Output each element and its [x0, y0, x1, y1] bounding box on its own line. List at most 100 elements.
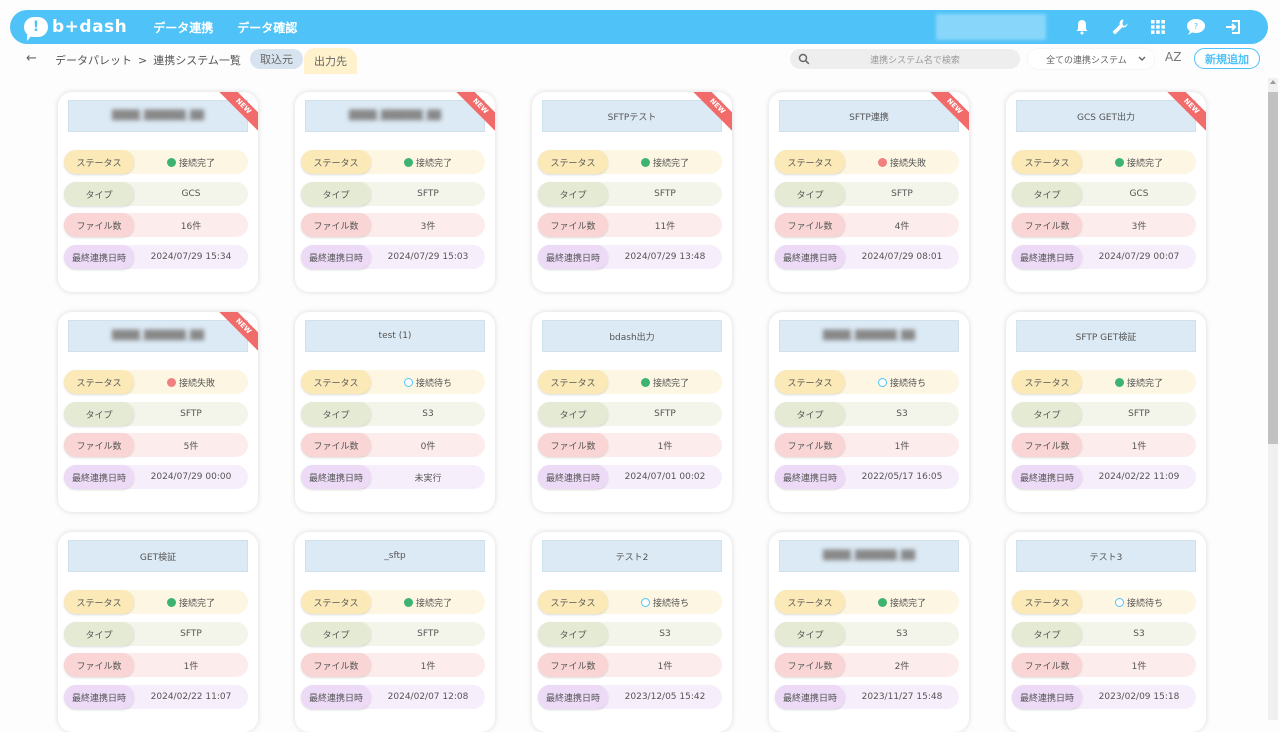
- last-sync-date-row: 最終連携日時 2024/07/29 15:03: [301, 245, 485, 269]
- file-count-value: 4件: [894, 221, 910, 232]
- type-row: タイプ S3: [1012, 622, 1196, 646]
- status-label: ステータス: [775, 150, 845, 174]
- tab-export-destination[interactable]: 出力先: [304, 48, 357, 74]
- file-count-value: 3件: [1131, 221, 1147, 232]
- support-chat-icon[interactable]: ?: [1186, 17, 1206, 37]
- wrench-icon[interactable]: [1110, 17, 1130, 37]
- last-sync-date-label: 最終連携日時: [1012, 245, 1082, 269]
- status-label: ステータス: [64, 370, 134, 394]
- system-card[interactable]: bdash出力 ステータス 接続完了 タイプ SFTP ファイル数 1件 最終連携日時 2024…: [532, 312, 732, 512]
- file-count-value: 1件: [657, 441, 673, 452]
- file-count-label: ファイル数: [1012, 653, 1082, 677]
- file-count-label: ファイル数: [64, 653, 134, 677]
- search-input[interactable]: 連携システム名で検索: [790, 49, 1020, 69]
- type-row: タイプ SFTP: [1012, 402, 1196, 426]
- last-sync-date-value: 2024/07/29 00:07: [1098, 252, 1180, 262]
- file-count-row: ファイル数 2件: [775, 653, 959, 677]
- system-card[interactable]: SFTPテスト NEW ステータス 接続完了 タイプ SFTP ファイル数 11件 最終連携日時…: [532, 92, 732, 292]
- type-row: タイプ SFTP: [64, 402, 248, 426]
- system-card[interactable]: ████_██████_██ NEW ステータス 接続完了 タイプ GCS ファイル数 16件…: [58, 92, 258, 292]
- grid-menu-icon[interactable]: [1148, 17, 1168, 37]
- scrollbar-thumb[interactable]: [1268, 92, 1278, 444]
- system-card[interactable]: ████_██████_██ ステータス 接続完了 タイプ S3 ファイル数 2件 最終連携日…: [769, 532, 969, 732]
- status-row: ステータス 接続完了: [775, 590, 959, 614]
- scroll-up-icon[interactable]: [1270, 80, 1276, 84]
- card-title-text: ████_██████_██: [348, 111, 442, 121]
- account-info[interactable]: [936, 14, 1046, 40]
- status-row: ステータス 接続完了: [301, 590, 485, 614]
- file-count-label: ファイル数: [538, 653, 608, 677]
- system-card[interactable]: テスト2 ステータス 接続待ち タイプ S3 ファイル数 1件 最終連携日時 2023/12/0…: [532, 532, 732, 732]
- wait-circle-icon: [640, 597, 650, 607]
- card-title-text: SFTP連携: [849, 112, 889, 123]
- breadcrumb-current: 連携システム一覧: [153, 54, 241, 67]
- bell-icon[interactable]: [1072, 17, 1092, 37]
- status-value: 接続完了: [1082, 156, 1196, 169]
- file-count-value: 2件: [894, 661, 910, 672]
- last-sync-date-value: 2024/07/29 13:48: [624, 252, 706, 262]
- type-row: タイプ S3: [301, 402, 485, 426]
- type-value: SFTP: [1128, 409, 1150, 419]
- last-sync-date-row: 最終連携日時 2024/07/01 00:02: [538, 465, 722, 489]
- system-card[interactable]: ████_██████_██ NEW ステータス 接続失敗 タイプ SFTP ファイル数 5件…: [58, 312, 258, 512]
- status-label: ステータス: [301, 370, 371, 394]
- status-label: ステータス: [64, 150, 134, 174]
- status-row: ステータス 接続失敗: [64, 370, 248, 394]
- status-row: ステータス 接続完了: [538, 370, 722, 394]
- wait-circle-icon: [877, 377, 887, 387]
- status-text: 接続待ち: [889, 378, 926, 389]
- system-card[interactable]: SFTP GET検証 ステータス 接続完了 タイプ SFTP ファイル数 1件 最終連携日時 2…: [1006, 312, 1206, 512]
- card-title: SFTP GET検証: [1016, 320, 1196, 352]
- type-row: タイプ S3: [775, 402, 959, 426]
- breadcrumb-root[interactable]: データパレット: [55, 54, 132, 67]
- card-title: ████_██████_██: [779, 320, 959, 352]
- type-label: タイプ: [538, 622, 608, 646]
- system-card[interactable]: ████_██████_██ NEW ステータス 接続完了 タイプ SFTP ファイル数 3件…: [295, 92, 495, 292]
- file-count-label: ファイル数: [538, 433, 608, 457]
- nav-data-link[interactable]: データ連携: [153, 19, 213, 36]
- system-card[interactable]: test (1) ステータス 接続待ち タイプ S3 ファイル数 0件 最終連携日時 未実行: [295, 312, 495, 512]
- last-sync-date-value: 2024/02/22 11:07: [150, 692, 232, 702]
- type-row: タイプ SFTP: [64, 622, 248, 646]
- file-count-row: ファイル数 1件: [538, 433, 722, 457]
- last-sync-date-row: 最終連携日時 2024/07/29 00:07: [1012, 245, 1196, 269]
- type-label: タイプ: [301, 622, 371, 646]
- system-filter-select[interactable]: 全ての連携システム: [1028, 49, 1154, 69]
- file-count-value: 1件: [420, 661, 436, 672]
- system-card[interactable]: テスト3 ステータス 接続待ち タイプ S3 ファイル数 1件 最終連携日時 2023/02/0…: [1006, 532, 1206, 732]
- type-label: タイプ: [301, 182, 371, 206]
- system-card[interactable]: _sftp ステータス 接続完了 タイプ SFTP ファイル数 1件 最終連携日時 2024/0…: [295, 532, 495, 732]
- add-new-button[interactable]: 新規追加: [1194, 48, 1260, 69]
- system-card[interactable]: GET検証 ステータス 接続完了 タイプ SFTP ファイル数 1件 最終連携日時 2024/0…: [58, 532, 258, 732]
- card-title-text: GET検証: [139, 552, 177, 563]
- system-card[interactable]: ████_██████_██ ステータス 接続待ち タイプ S3 ファイル数 1件 最終連携日…: [769, 312, 969, 512]
- last-sync-date-row: 最終連携日時 2024/07/29 00:00: [64, 465, 248, 489]
- nav-data-check[interactable]: データ確認: [237, 19, 297, 36]
- check-circle-icon: [403, 157, 413, 167]
- app-logo[interactable]: ! b+dash: [24, 10, 127, 44]
- breadcrumb: データパレット > 連携システム一覧: [55, 52, 241, 68]
- type-row: タイプ GCS: [64, 182, 248, 206]
- last-sync-date-row: 最終連携日時 2023/02/09 15:18: [1012, 685, 1196, 709]
- last-sync-date-label: 最終連携日時: [301, 465, 371, 489]
- back-arrow-icon[interactable]: ←: [26, 51, 37, 66]
- sort-az-icon[interactable]: AZ: [1165, 50, 1181, 64]
- type-value: GCS: [181, 189, 201, 199]
- type-row: タイプ SFTP: [538, 182, 722, 206]
- file-count-value: 5件: [183, 441, 199, 452]
- card-title-text: テスト2: [615, 552, 649, 563]
- file-count-label: ファイル数: [775, 433, 845, 457]
- tab-import-source[interactable]: 取込元: [250, 49, 303, 69]
- type-value: S3: [1133, 629, 1145, 639]
- check-circle-icon: [166, 157, 176, 167]
- last-sync-date-label: 最終連携日時: [64, 685, 134, 709]
- status-value: 接続完了: [371, 596, 485, 609]
- system-card[interactable]: GCS GET出力 NEW ステータス 接続完了 タイプ GCS ファイル数 3件 最終連携日時…: [1006, 92, 1206, 292]
- logout-icon[interactable]: [1224, 17, 1244, 37]
- status-text: 接続待ち: [415, 378, 452, 389]
- last-sync-date-value: 2023/12/05 15:42: [624, 692, 706, 702]
- system-card[interactable]: SFTP連携 NEW ステータス 接続失敗 タイプ SFTP ファイル数 4件 最終連携日時 20…: [769, 92, 969, 292]
- status-value: 接続完了: [134, 596, 248, 609]
- type-value: S3: [896, 409, 908, 419]
- status-value: 接続失敗: [134, 376, 248, 389]
